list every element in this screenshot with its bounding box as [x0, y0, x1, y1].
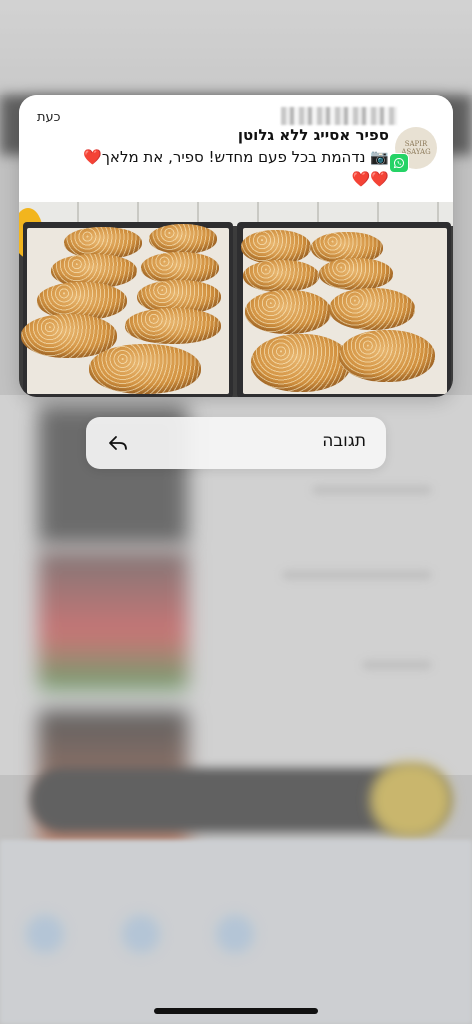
home-indicator[interactable] [154, 1008, 318, 1014]
challah-loaf [89, 344, 201, 394]
challah-loaf [251, 334, 351, 392]
whatsapp-icon [389, 153, 409, 173]
challah-loaf [243, 260, 319, 292]
challah-loaf [339, 330, 435, 382]
challah-loaf [125, 308, 221, 344]
notification-message: 📷 נדהמת בכל פעם מחדש! ספיר, את מלאך❤️ ❤️… [59, 146, 389, 190]
redacted-phone-number [281, 107, 397, 125]
message-line-2: ❤️❤️ [351, 170, 389, 188]
challah-loaf [149, 224, 217, 254]
challah-loaf [319, 258, 393, 290]
message-line-1: 📷 נדהמת בכל פעם מחדש! ספיר, את מלאך❤️ [83, 148, 389, 166]
challah-loaf [245, 290, 331, 334]
reply-label: תגובה [322, 431, 366, 451]
challah-loaf [241, 230, 311, 264]
notification-card[interactable]: כעת SAPIR ASAYAG ספיר אסייג ללא גלוטן 📷 … [19, 95, 453, 397]
reply-button[interactable]: תגובה [86, 417, 386, 469]
notification-photo[interactable] [19, 202, 453, 397]
notification-sender: ספיר אסייג ללא גלוטן [237, 126, 389, 144]
avatar-text-top: SAPIR [404, 140, 428, 148]
reply-arrow-icon [109, 436, 127, 450]
challah-loaf [329, 288, 415, 330]
notification-header: כעת SAPIR ASAYAG ספיר אסייג ללא גלוטן 📷 … [19, 95, 453, 202]
notification-time: כעת [37, 110, 61, 125]
